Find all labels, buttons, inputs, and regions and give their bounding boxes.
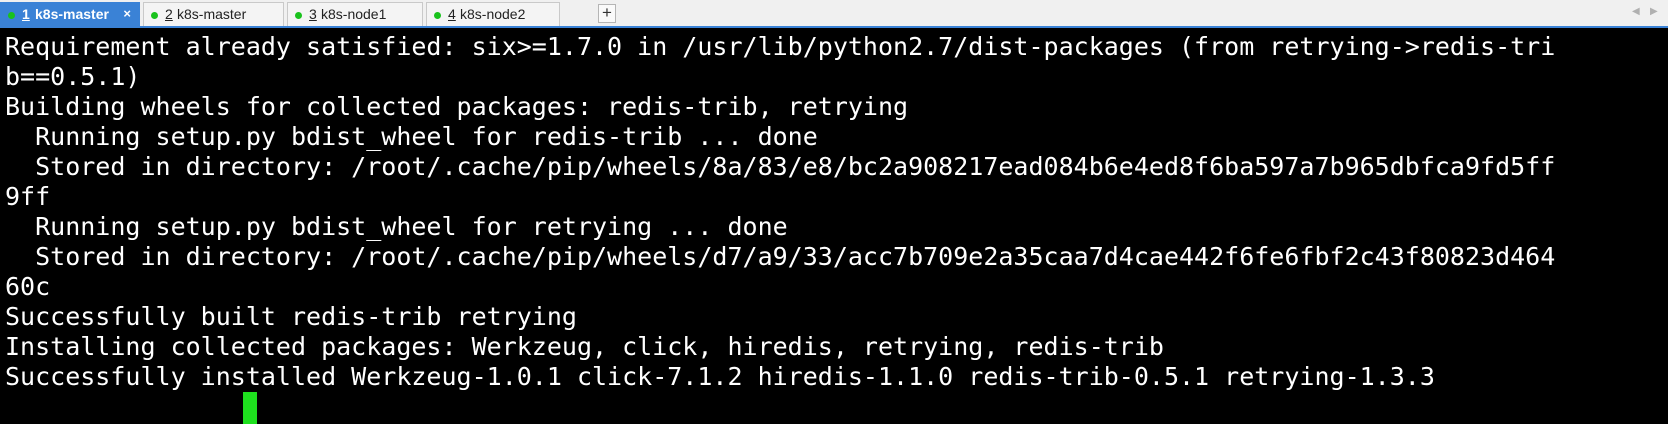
tab-label: k8s-node1 [321,6,387,22]
scroll-tabs-right-icon[interactable]: ▶ [1650,6,1658,17]
terminal-output[interactable]: Requirement already satisfied: six>=1.7.… [0,30,1668,424]
close-tab-icon[interactable]: × [123,6,131,21]
connected-status-icon [151,12,158,19]
tab-session-2[interactable]: 2 k8s-master [143,2,284,26]
terminal-line: Stored in directory: /root/.cache/pip/wh… [5,152,1556,181]
new-tab-button[interactable]: + [598,4,616,23]
tab-number: 4 [448,6,456,22]
terminal-line: Building wheels for collected packages: … [5,92,909,121]
connected-status-icon [295,12,302,19]
terminal-line: 9ff [5,182,51,211]
tab-session-4[interactable]: 4 k8s-node2 [426,2,560,26]
terminal-line: Running setup.py bdist_wheel for retryin… [5,212,788,241]
terminal-window: 1 k8s-master × 2 k8s-master 3 k8s-node1 … [0,0,1668,424]
terminal-line: Installing collected packages: Werkzeug,… [5,332,1164,361]
tab-session-3[interactable]: 3 k8s-node1 [287,2,423,26]
connected-status-icon [8,12,15,19]
terminal-line: Successfully installed Werkzeug-1.0.1 cl… [5,362,1435,391]
tab-number: 1 [22,6,30,22]
tab-label: k8s-master [35,6,109,22]
terminal-line: Successfully built redis-trib retrying [5,302,577,331]
scroll-tabs-left-icon[interactable]: ◀ [1632,6,1640,17]
tab-number: 3 [309,6,317,22]
tab-number: 2 [165,6,173,22]
tab-label: k8s-master [177,6,247,22]
connected-status-icon [434,12,441,19]
terminal-cursor [243,392,257,424]
terminal-line: Running setup.py bdist_wheel for redis-t… [5,122,818,151]
terminal-line: 60c [5,272,51,301]
session-tab-bar: 1 k8s-master × 2 k8s-master 3 k8s-node1 … [0,0,1668,28]
terminal-line: Requirement already satisfied: six>=1.7.… [5,32,1556,61]
tab-label: k8s-node2 [460,6,526,22]
terminal-line: b==0.5.1) [5,62,141,91]
terminal-line: Stored in directory: /root/.cache/pip/wh… [5,242,1556,271]
tab-session-1[interactable]: 1 k8s-master × [0,2,140,26]
